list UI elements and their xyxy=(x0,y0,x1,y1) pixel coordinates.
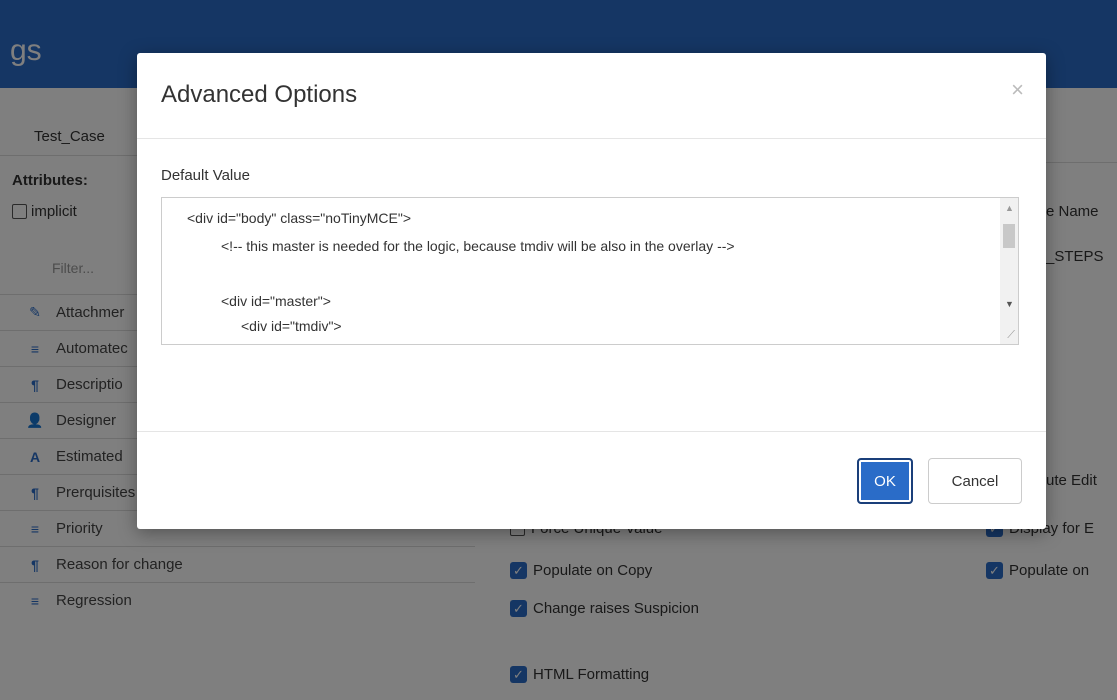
scroll-up-icon[interactable]: ▲ xyxy=(1005,203,1014,213)
ok-button[interactable]: OK xyxy=(857,458,913,504)
modal-footer: OK Cancel xyxy=(137,431,1046,528)
close-icon[interactable]: × xyxy=(1011,77,1024,103)
modal-header: Advanced Options × xyxy=(137,53,1046,139)
advanced-options-dialog: Advanced Options × Default Value <div id… xyxy=(137,53,1046,529)
code-line: <div id="master"> xyxy=(221,293,331,309)
scroll-down-icon[interactable]: ▼ xyxy=(1005,299,1014,309)
default-value-label: Default Value xyxy=(161,167,250,184)
code-line: <!-- this master is needed for the logic… xyxy=(221,238,735,254)
code-line: <div id="body" class="noTinyMCE"> xyxy=(187,210,412,226)
scrollbar-thumb[interactable] xyxy=(1003,224,1015,248)
code-line: <div id="tmdiv"> xyxy=(241,318,342,334)
default-value-textarea[interactable]: <div id="body" class="noTinyMCE"> <!-- t… xyxy=(161,197,1019,345)
resize-grip-icon[interactable]: ⟋ xyxy=(1007,329,1015,342)
modal-title: Advanced Options xyxy=(161,81,358,108)
modal-body: Default Value <div id="body" class="noTi… xyxy=(137,139,1046,431)
cancel-button[interactable]: Cancel xyxy=(928,458,1022,504)
vertical-scrollbar[interactable]: ▲ ▼ xyxy=(1000,198,1018,344)
